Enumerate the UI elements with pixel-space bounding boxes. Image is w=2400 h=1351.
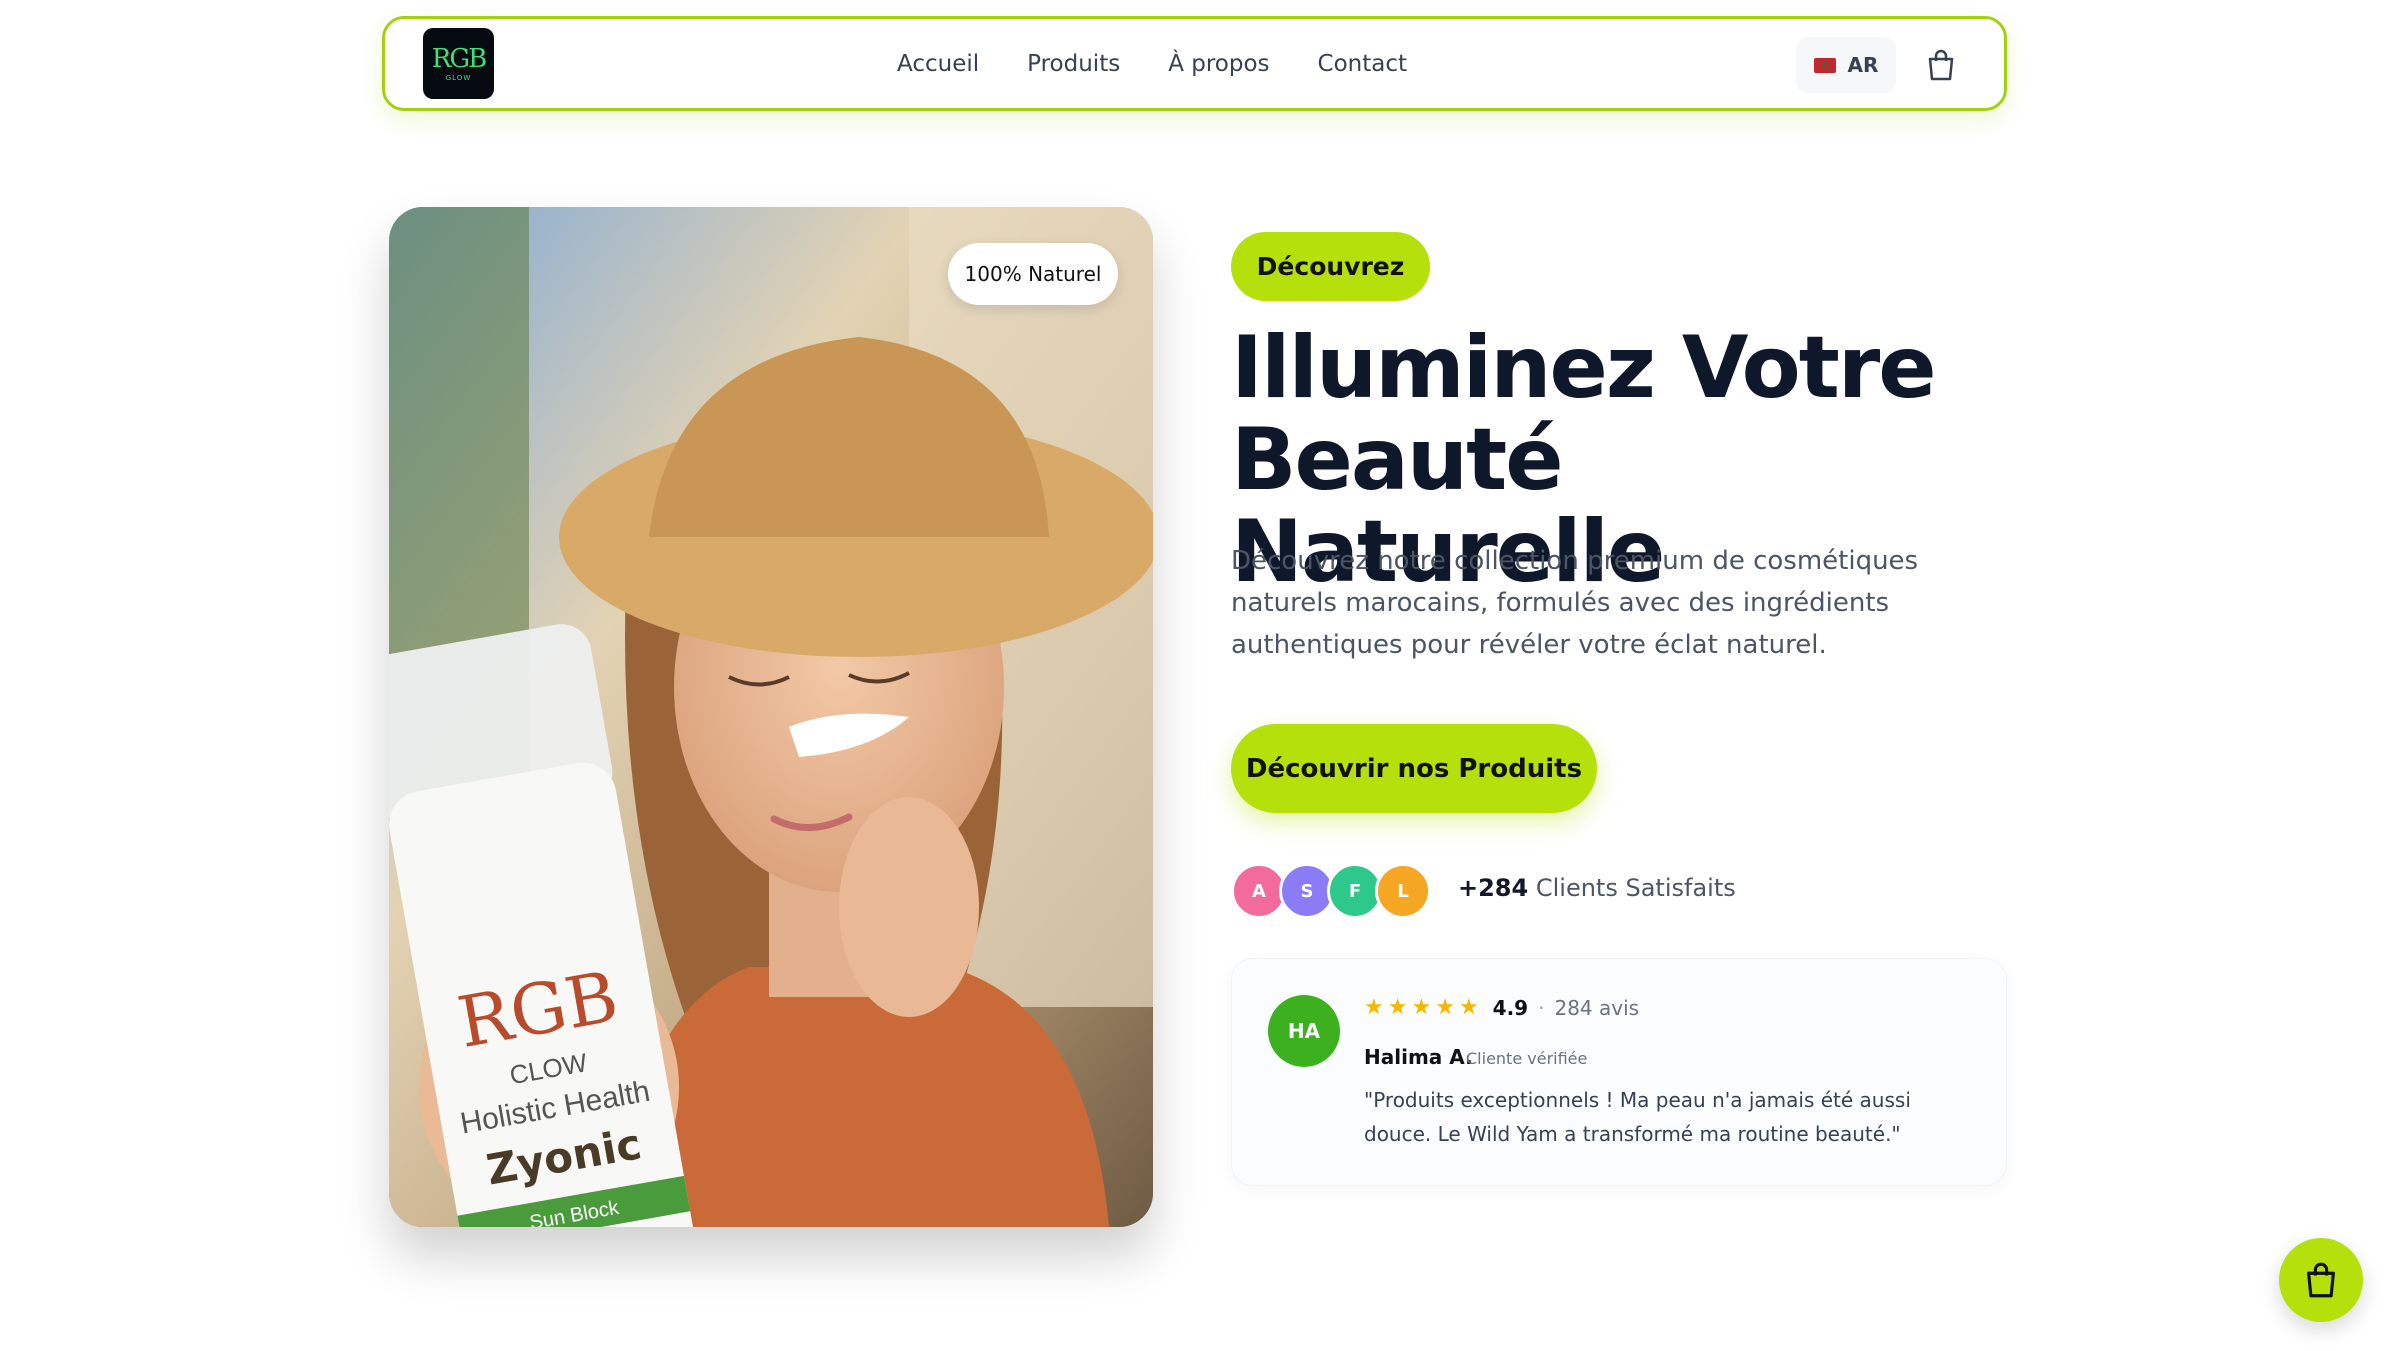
nav-link-produits[interactable]: Produits — [1027, 51, 1120, 77]
language-label: AR — [1847, 53, 1879, 77]
logo-text: RGB — [431, 43, 487, 74]
star-icon: ★ — [1387, 995, 1408, 1020]
reviewer-name: Halima A. — [1364, 1045, 1473, 1069]
clients-label: Clients Satisfaits — [1535, 874, 1736, 902]
rating-row: ★ ★ ★ ★ ★ 4.9 · 284 avis — [1364, 995, 1639, 1020]
review-text: "Produits exceptionnels ! Ma peau n'a ja… — [1364, 1088, 1911, 1146]
discover-products-button[interactable]: Découvrir nos Produits — [1231, 724, 1597, 813]
nav-link-contact[interactable]: Contact — [1318, 51, 1407, 77]
star-icon: ★ — [1435, 995, 1455, 1020]
rating-value: 4.9 — [1492, 995, 1529, 1020]
floating-cart-button[interactable] — [2279, 1238, 2363, 1322]
review-card: HA ★ ★ ★ ★ ★ 4.9 · 284 avis Halima A. Cl… — [1231, 958, 2007, 1186]
discover-tag: Découvrez — [1231, 232, 1430, 301]
satisfied-clients: +284 Clients Satisfaits — [1458, 874, 1736, 902]
shopping-bag-icon[interactable] — [1926, 49, 1956, 81]
brand-logo[interactable]: RGB GLOW — [423, 28, 494, 99]
navbar: RGB GLOW Accueil Produits À propos Conta… — [382, 16, 2007, 111]
hero-title-line1: Illuminez Votre — [1231, 318, 1937, 418]
shopping-bag-icon — [2307, 1262, 2335, 1298]
hero-photo-illustration: RGB CLOW Holistic Health Zyonic Sun Bloc… — [389, 207, 1153, 1227]
avatar: L — [1375, 863, 1431, 919]
star-icon: ★ — [1411, 995, 1432, 1020]
verified-label: Cliente vérifiée — [1466, 1049, 1588, 1068]
clients-count: +284 — [1458, 874, 1529, 902]
reviewer-avatar: HA — [1268, 995, 1340, 1067]
star-icon: ★ — [1458, 995, 1479, 1020]
logo-sub: GLOW — [445, 73, 472, 82]
language-switcher[interactable]: AR — [1796, 37, 1896, 93]
main-nav: Accueil Produits À propos Contact — [897, 19, 1455, 108]
hero-description: Découvrez notre collection premium de co… — [1231, 546, 1919, 660]
natural-badge: 100% Naturel — [948, 243, 1118, 305]
nav-link-accueil[interactable]: Accueil — [897, 51, 979, 77]
separator-dot: · — [1538, 995, 1545, 1020]
star-icon: ★ — [1364, 995, 1384, 1020]
morocco-flag-icon — [1813, 57, 1836, 73]
hero-image: RGB CLOW Holistic Health Zyonic Sun Bloc… — [389, 207, 1153, 1227]
nav-link-a-propos[interactable]: À propos — [1168, 51, 1269, 77]
customer-avatars: A S F L — [1231, 863, 1431, 919]
review-count: 284 avis — [1554, 995, 1640, 1020]
